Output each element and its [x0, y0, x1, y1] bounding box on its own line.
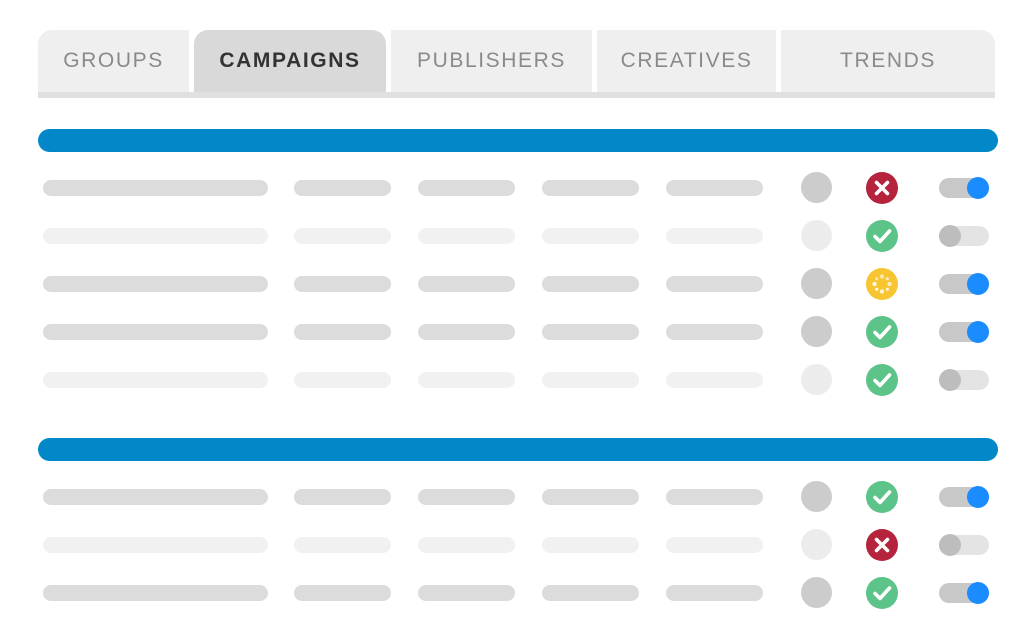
cell-placeholder-3 [418, 180, 515, 196]
x-circle-icon [866, 172, 898, 204]
cell-placeholder-5 [666, 537, 763, 553]
cell-placeholder-2 [294, 324, 391, 340]
cell-placeholder-3 [418, 228, 515, 244]
toggle-knob [939, 369, 961, 391]
section-header-bar [38, 129, 998, 152]
cell-placeholder-1 [43, 180, 268, 196]
cell-placeholder-3 [418, 489, 515, 505]
cell-placeholder-4 [542, 324, 639, 340]
cell-placeholder-3 [418, 585, 515, 601]
cell-placeholder-1 [43, 585, 268, 601]
cell-placeholder-5 [666, 228, 763, 244]
toggle-knob [967, 486, 989, 508]
cell-placeholder-5 [666, 372, 763, 388]
tab-strip: GROUPS CAMPAIGNS PUBLISHERS CREATIVES TR… [38, 30, 995, 92]
cell-placeholder-2 [294, 537, 391, 553]
tab-publishers[interactable]: PUBLISHERS [391, 30, 592, 92]
cell-placeholder-2 [294, 276, 391, 292]
cell-placeholder-1 [43, 276, 268, 292]
tab-underline [38, 92, 995, 98]
cell-placeholder-1 [43, 372, 268, 388]
check-circle-icon [866, 364, 898, 396]
toggle-knob [967, 582, 989, 604]
tab-groups[interactable]: GROUPS [38, 30, 189, 92]
cell-placeholder-5 [666, 276, 763, 292]
toggle-knob [939, 534, 961, 556]
section-header-bar [38, 438, 998, 461]
cell-placeholder-3 [418, 276, 515, 292]
cell-placeholder-2 [294, 228, 391, 244]
toggle-knob [967, 177, 989, 199]
cell-placeholder-1 [43, 228, 268, 244]
row-select-dot[interactable] [801, 481, 832, 512]
cell-placeholder-3 [418, 372, 515, 388]
table-row[interactable] [0, 364, 1024, 396]
toggle-knob [967, 321, 989, 343]
table-row[interactable] [0, 268, 1024, 300]
loading-spinner-icon [866, 268, 898, 300]
active-toggle[interactable] [939, 582, 989, 604]
row-select-dot[interactable] [801, 577, 832, 608]
check-circle-icon [866, 481, 898, 513]
row-select-dot[interactable] [801, 316, 832, 347]
cell-placeholder-4 [542, 585, 639, 601]
check-circle-icon [866, 577, 898, 609]
table-row[interactable] [0, 577, 1024, 609]
active-toggle[interactable] [939, 273, 989, 295]
cell-placeholder-5 [666, 180, 763, 196]
row-select-dot[interactable] [801, 172, 832, 203]
active-toggle[interactable] [939, 534, 989, 556]
x-circle-icon [866, 529, 898, 561]
cell-placeholder-5 [666, 489, 763, 505]
active-toggle[interactable] [939, 369, 989, 391]
row-select-dot[interactable] [801, 268, 832, 299]
cell-placeholder-4 [542, 537, 639, 553]
table-row[interactable] [0, 220, 1024, 252]
cell-placeholder-1 [43, 324, 268, 340]
toggle-knob [939, 225, 961, 247]
row-select-dot[interactable] [801, 529, 832, 560]
tab-campaigns[interactable]: CAMPAIGNS [194, 30, 386, 92]
table-row[interactable] [0, 481, 1024, 513]
tab-trends[interactable]: TRENDS [781, 30, 995, 92]
cell-placeholder-1 [43, 537, 268, 553]
cell-placeholder-2 [294, 585, 391, 601]
check-circle-icon [866, 220, 898, 252]
toggle-knob [967, 273, 989, 295]
cell-placeholder-3 [418, 324, 515, 340]
cell-placeholder-5 [666, 324, 763, 340]
cell-placeholder-4 [542, 228, 639, 244]
cell-placeholder-4 [542, 489, 639, 505]
row-select-dot[interactable] [801, 364, 832, 395]
check-circle-icon [866, 316, 898, 348]
cell-placeholder-1 [43, 489, 268, 505]
table-row[interactable] [0, 172, 1024, 204]
tab-bar: GROUPS CAMPAIGNS PUBLISHERS CREATIVES TR… [38, 30, 995, 98]
active-toggle[interactable] [939, 177, 989, 199]
cell-placeholder-4 [542, 372, 639, 388]
active-toggle[interactable] [939, 321, 989, 343]
cell-placeholder-2 [294, 489, 391, 505]
cell-placeholder-4 [542, 180, 639, 196]
table-row[interactable] [0, 529, 1024, 561]
table-row[interactable] [0, 316, 1024, 348]
cell-placeholder-5 [666, 585, 763, 601]
cell-placeholder-4 [542, 276, 639, 292]
cell-placeholder-2 [294, 372, 391, 388]
active-toggle[interactable] [939, 486, 989, 508]
cell-placeholder-3 [418, 537, 515, 553]
active-toggle[interactable] [939, 225, 989, 247]
row-select-dot[interactable] [801, 220, 832, 251]
cell-placeholder-2 [294, 180, 391, 196]
tab-creatives[interactable]: CREATIVES [597, 30, 776, 92]
